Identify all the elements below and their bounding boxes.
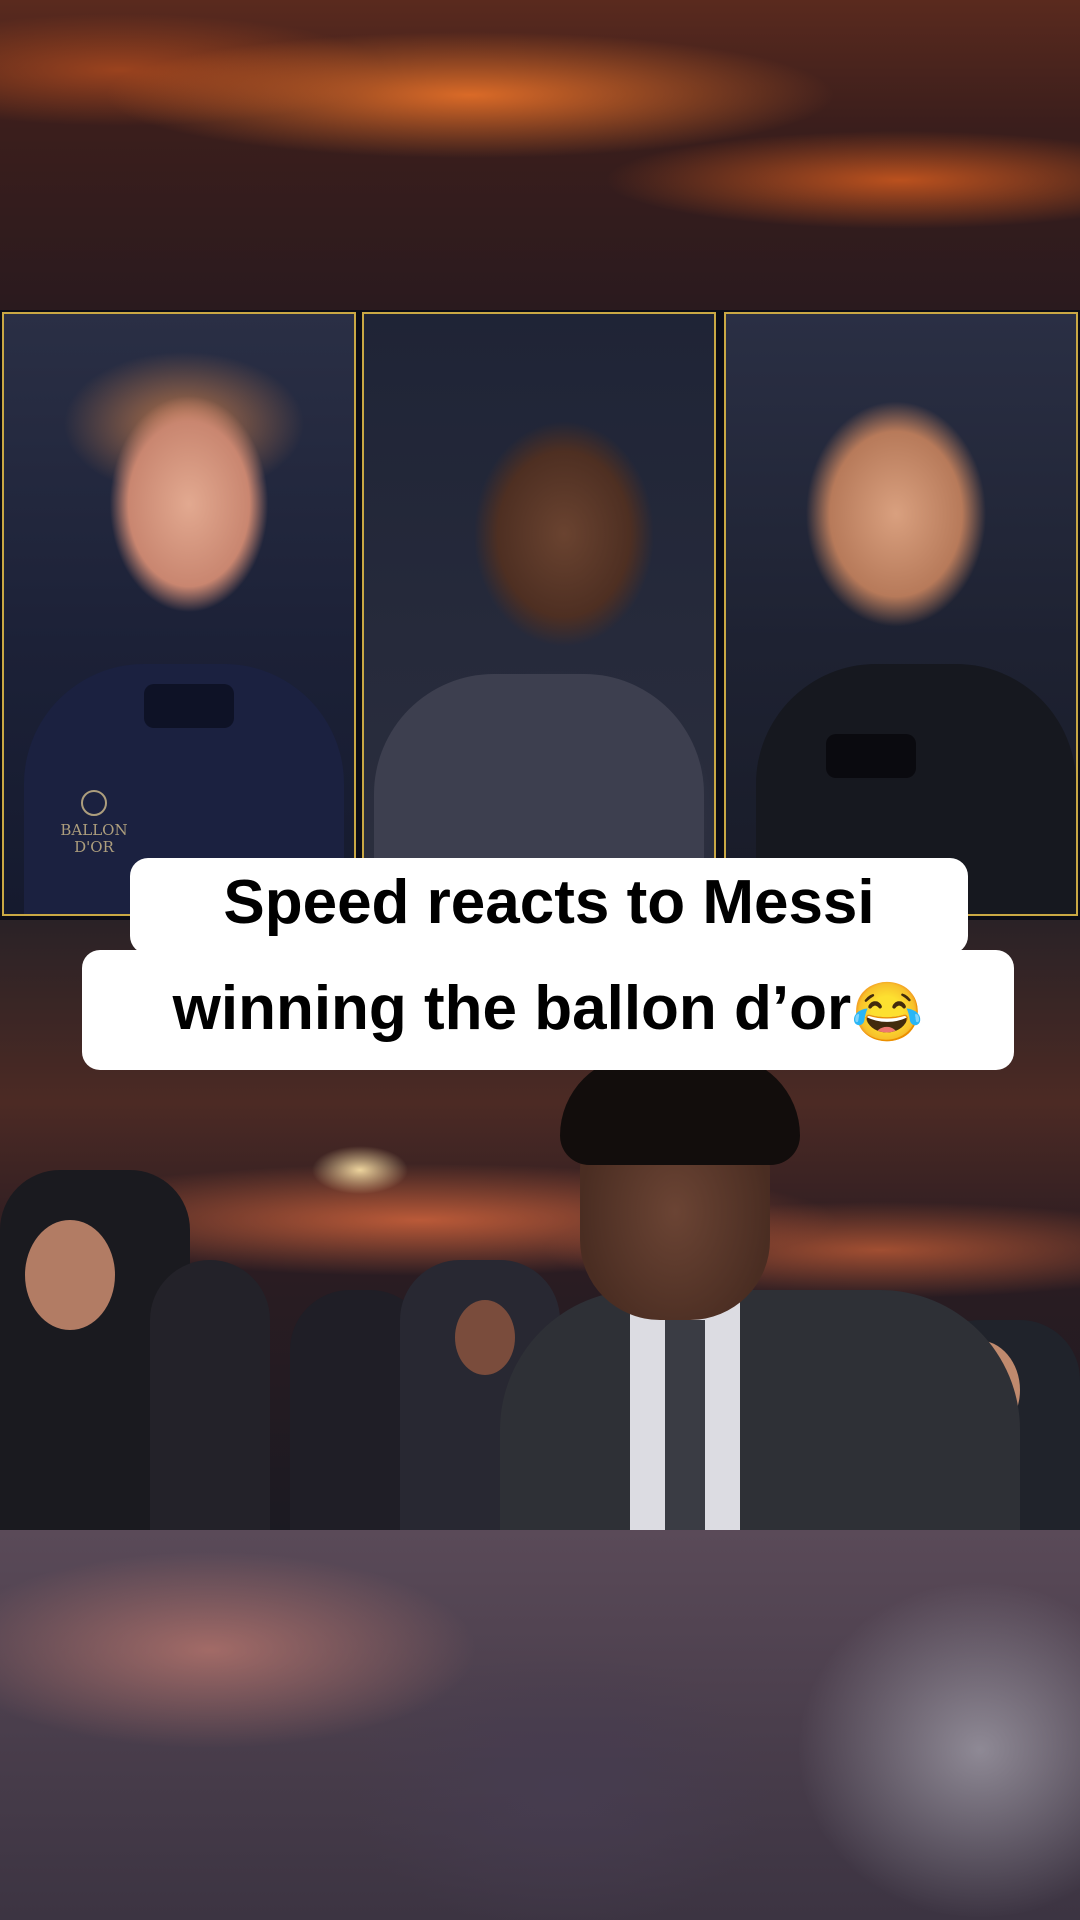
ballon-dor-logo: BALLON D'OR <box>54 790 134 856</box>
ball-icon <box>81 790 107 816</box>
logo-text-line2: D'OR <box>74 838 114 856</box>
main-person <box>500 1055 1020 1530</box>
person-suit <box>500 1290 1020 1530</box>
video-screen[interactable]: BALLON D'OR Speed reacts to Messi winnin… <box>0 0 1080 1920</box>
audience-face <box>25 1220 115 1330</box>
audience-video <box>0 920 1080 1530</box>
blurred-background-top <box>0 0 1080 310</box>
person-tie <box>665 1320 705 1530</box>
blurred-background-bottom <box>0 1530 1080 1920</box>
player-panel-right <box>724 312 1078 916</box>
player-suit <box>374 674 704 914</box>
player-reaction-panels <box>0 310 1080 920</box>
person-hair <box>560 1055 800 1165</box>
player-suit <box>756 664 1076 914</box>
audience-face <box>455 1300 515 1375</box>
bowtie <box>144 684 234 728</box>
bowtie <box>826 734 916 778</box>
logo-text-line1: BALLON <box>60 821 128 839</box>
player-panel-center <box>362 312 716 916</box>
audience-member <box>150 1260 270 1530</box>
